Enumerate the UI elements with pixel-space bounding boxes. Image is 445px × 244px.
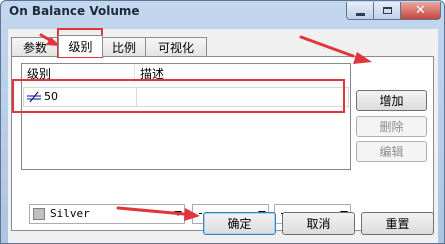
tab-levels[interactable]: 级别 <box>58 35 103 57</box>
arrow-to-add-button <box>299 35 355 58</box>
arrowhead-ok <box>184 208 200 221</box>
arrow-to-ok-button <box>116 206 186 216</box>
arrowhead-add <box>353 52 372 64</box>
